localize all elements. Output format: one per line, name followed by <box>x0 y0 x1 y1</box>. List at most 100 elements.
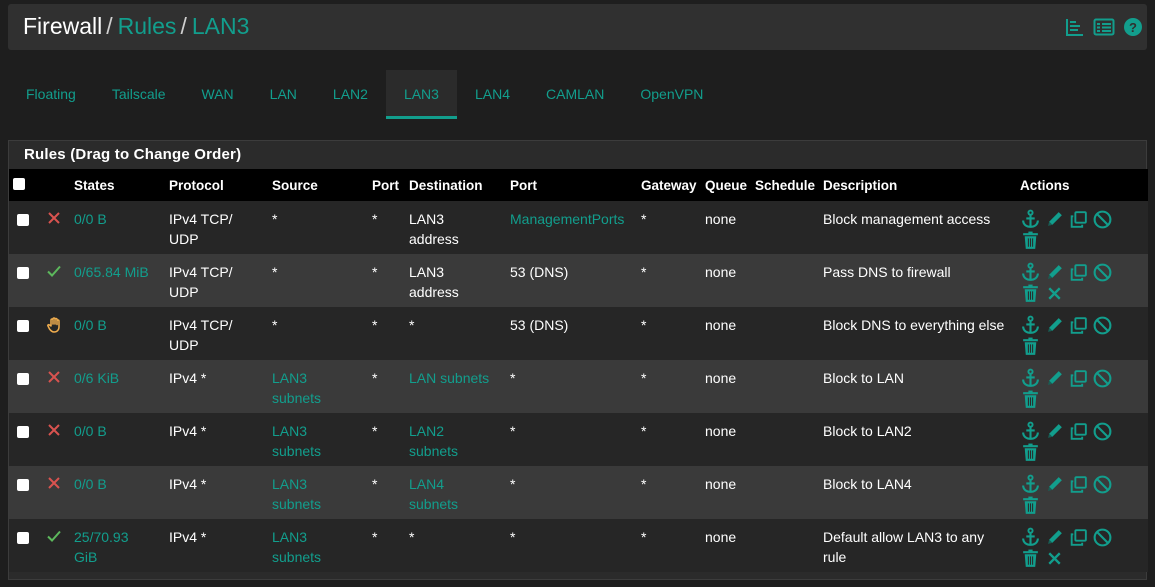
row-checkbox[interactable] <box>17 214 29 226</box>
row-checkbox[interactable] <box>17 479 29 491</box>
rule-protocol: IPv4 TCP/ UDP <box>169 211 233 247</box>
rule-states[interactable]: 0/0 B <box>70 201 165 254</box>
rule-description: Pass DNS to firewall <box>823 264 951 280</box>
chart-icon[interactable] <box>1065 17 1085 37</box>
column-header-queue: Queue <box>705 177 748 193</box>
trash-icon[interactable] <box>1020 230 1041 251</box>
rule-description: Block DNS to everything else <box>823 317 1005 333</box>
trash-icon[interactable] <box>1020 389 1041 410</box>
rule-schedule <box>751 360 819 413</box>
ban-icon[interactable] <box>1092 315 1113 336</box>
select-all-checkbox-cell <box>9 169 42 201</box>
anchor-icon[interactable] <box>1020 262 1041 283</box>
trash-icon[interactable] <box>1020 283 1041 304</box>
rule-status[interactable] <box>42 519 70 572</box>
table-row[interactable]: 0/0 B IPv4 * LAN3 subnets * LAN4 subnets * * no… <box>9 466 1148 519</box>
rule-status[interactable] <box>42 413 70 466</box>
copy-icon[interactable] <box>1068 315 1089 336</box>
ban-icon[interactable] <box>1092 209 1113 230</box>
ban-icon[interactable] <box>1092 474 1113 495</box>
rule-states[interactable]: 0/0 B <box>70 466 165 519</box>
pencil-icon[interactable] <box>1044 315 1065 336</box>
ban-icon[interactable] <box>1092 421 1113 442</box>
rule-status[interactable] <box>42 254 70 307</box>
pencil-icon[interactable] <box>1044 527 1065 548</box>
tab-lan3[interactable]: LAN3 <box>385 70 457 119</box>
pencil-icon[interactable] <box>1044 262 1065 283</box>
anchor-icon[interactable] <box>1020 315 1041 336</box>
times-icon[interactable] <box>1044 548 1065 569</box>
ban-icon[interactable] <box>1092 368 1113 389</box>
pencil-icon[interactable] <box>1044 474 1065 495</box>
times-icon[interactable] <box>1044 283 1065 304</box>
row-checkbox[interactable] <box>17 320 29 332</box>
anchor-icon[interactable] <box>1020 527 1041 548</box>
copy-icon[interactable] <box>1068 209 1089 230</box>
rule-destination[interactable]: LAN4 subnets <box>405 466 506 519</box>
tab-lan4[interactable]: LAN4 <box>457 70 528 118</box>
column-header-actions: Actions <box>1020 177 1070 193</box>
table-row[interactable]: 0/0 B IPv4 TCP/ UDP * * LAN3 address Manageme… <box>9 201 1148 254</box>
rule-states[interactable]: 0/6 KiB <box>70 360 165 413</box>
tab-lan[interactable]: LAN <box>252 70 315 118</box>
tab-tailscale[interactable]: Tailscale <box>94 70 184 118</box>
tab-lan2[interactable]: LAN2 <box>315 70 386 118</box>
list-icon[interactable] <box>1093 17 1115 37</box>
tab-wan[interactable]: WAN <box>184 70 252 118</box>
trash-icon[interactable] <box>1020 336 1041 357</box>
table-row[interactable]: 0/65.84 MiB IPv4 TCP/ UDP * * LAN3 address 53… <box>9 254 1148 307</box>
table-row[interactable]: 25/70.93 GiB IPv4 * LAN3 subnets * * * * none De… <box>9 519 1148 572</box>
table-row[interactable]: 0/6 KiB IPv4 * LAN3 subnets * LAN subnets * * n… <box>9 360 1148 413</box>
trash-icon[interactable] <box>1020 548 1041 569</box>
rule-states[interactable]: 0/65.84 MiB <box>70 254 165 307</box>
table-row[interactable]: 0/0 B IPv4 TCP/ UDP * * * 53 (DNS) * none Block … <box>9 307 1148 360</box>
rule-destination-port[interactable]: ManagementPorts <box>506 201 637 254</box>
ban-icon[interactable] <box>1092 527 1113 548</box>
trash-icon[interactable] <box>1020 495 1041 516</box>
trash-icon[interactable] <box>1020 442 1041 463</box>
rule-destination[interactable]: LAN2 subnets <box>405 413 506 466</box>
tab-openvpn[interactable]: OpenVPN <box>622 70 721 118</box>
pencil-icon[interactable] <box>1044 209 1065 230</box>
copy-icon[interactable] <box>1068 262 1089 283</box>
pencil-icon[interactable] <box>1044 421 1065 442</box>
rule-states[interactable]: 25/70.93 GiB <box>70 519 165 572</box>
rule-source[interactable]: LAN3 subnets <box>268 466 368 519</box>
tab-floating[interactable]: Floating <box>8 70 94 118</box>
rule-actions <box>1016 254 1148 307</box>
select-all-checkbox[interactable] <box>13 177 25 190</box>
copy-icon[interactable] <box>1068 527 1089 548</box>
table-row[interactable]: 0/0 B IPv4 * LAN3 subnets * LAN2 subnets * * no… <box>9 413 1148 466</box>
anchor-icon[interactable] <box>1020 474 1041 495</box>
row-checkbox[interactable] <box>17 267 29 279</box>
copy-icon[interactable] <box>1068 421 1089 442</box>
rule-status[interactable] <box>42 307 70 360</box>
rule-status[interactable] <box>42 466 70 519</box>
rule-actions <box>1016 307 1148 360</box>
rule-source-port: * <box>372 423 378 439</box>
anchor-icon[interactable] <box>1020 209 1041 230</box>
rule-source[interactable]: LAN3 subnets <box>268 519 368 572</box>
anchor-icon[interactable] <box>1020 368 1041 389</box>
ban-icon[interactable] <box>1092 262 1113 283</box>
breadcrumb-lan3-link[interactable]: LAN3 <box>192 13 250 39</box>
rule-source-port: * <box>372 264 378 280</box>
copy-icon[interactable] <box>1068 474 1089 495</box>
rule-source[interactable]: LAN3 subnets <box>268 360 368 413</box>
rule-source-port: * <box>372 317 378 333</box>
rule-states[interactable]: 0/0 B <box>70 413 165 466</box>
anchor-icon[interactable] <box>1020 421 1041 442</box>
rule-status[interactable] <box>42 360 70 413</box>
help-icon[interactable]: ? <box>1123 17 1143 37</box>
copy-icon[interactable] <box>1068 368 1089 389</box>
rule-destination[interactable]: LAN subnets <box>405 360 506 413</box>
row-checkbox[interactable] <box>17 426 29 438</box>
rule-states[interactable]: 0/0 B <box>70 307 165 360</box>
row-checkbox[interactable] <box>17 373 29 385</box>
tab-camlan[interactable]: CAMLAN <box>528 70 622 118</box>
rule-status[interactable] <box>42 201 70 254</box>
row-checkbox[interactable] <box>17 532 29 544</box>
rule-source[interactable]: LAN3 subnets <box>268 413 368 466</box>
breadcrumb-rules-link[interactable]: Rules <box>118 13 177 39</box>
pencil-icon[interactable] <box>1044 368 1065 389</box>
